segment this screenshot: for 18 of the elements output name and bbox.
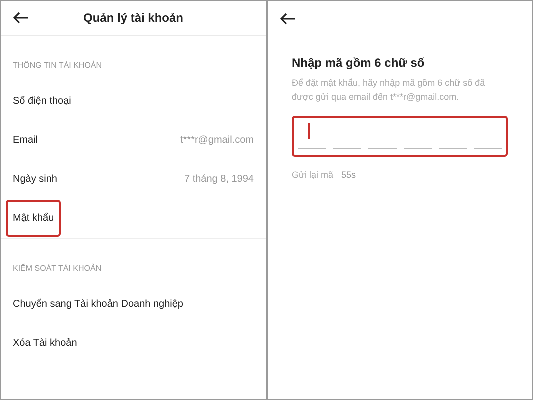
section-heading: KIỂM SOÁT TÀI KHOẢN (13, 264, 102, 273)
item-value: t***r@gmail.com (180, 134, 254, 148)
menu-item[interactable]: Mật khẩu (6, 200, 62, 237)
menu-item[interactable]: Email (13, 133, 38, 148)
menu-item[interactable]: Chuyển sang Tài khoản Doanh nghiệp (13, 297, 184, 312)
code-description: Để đặt mật khẩu, hãy nhập mã gồm 6 chữ số đã được gửi qua email đến t***r@gmail.com. (292, 77, 486, 104)
menu-item[interactable]: Ngày sinh (13, 172, 58, 187)
item-value: 7 tháng 8, 1994 (184, 173, 254, 187)
menu-item[interactable]: Xóa Tài khoản (13, 336, 78, 351)
code-title: Nhập mã gồm 6 chữ số (292, 55, 426, 72)
section-heading: THÔNG TIN TÀI KHOẢN (13, 61, 102, 70)
code-field[interactable] (292, 116, 508, 157)
screen-title: Quản lý tài khoản (83, 10, 184, 27)
countdown-timer: 55s (342, 169, 356, 182)
digit-slot[interactable] (298, 121, 326, 149)
back-icon[interactable] (13, 12, 29, 24)
menu-item[interactable]: Số điện thoại (13, 94, 72, 109)
back-icon[interactable] (280, 12, 296, 24)
